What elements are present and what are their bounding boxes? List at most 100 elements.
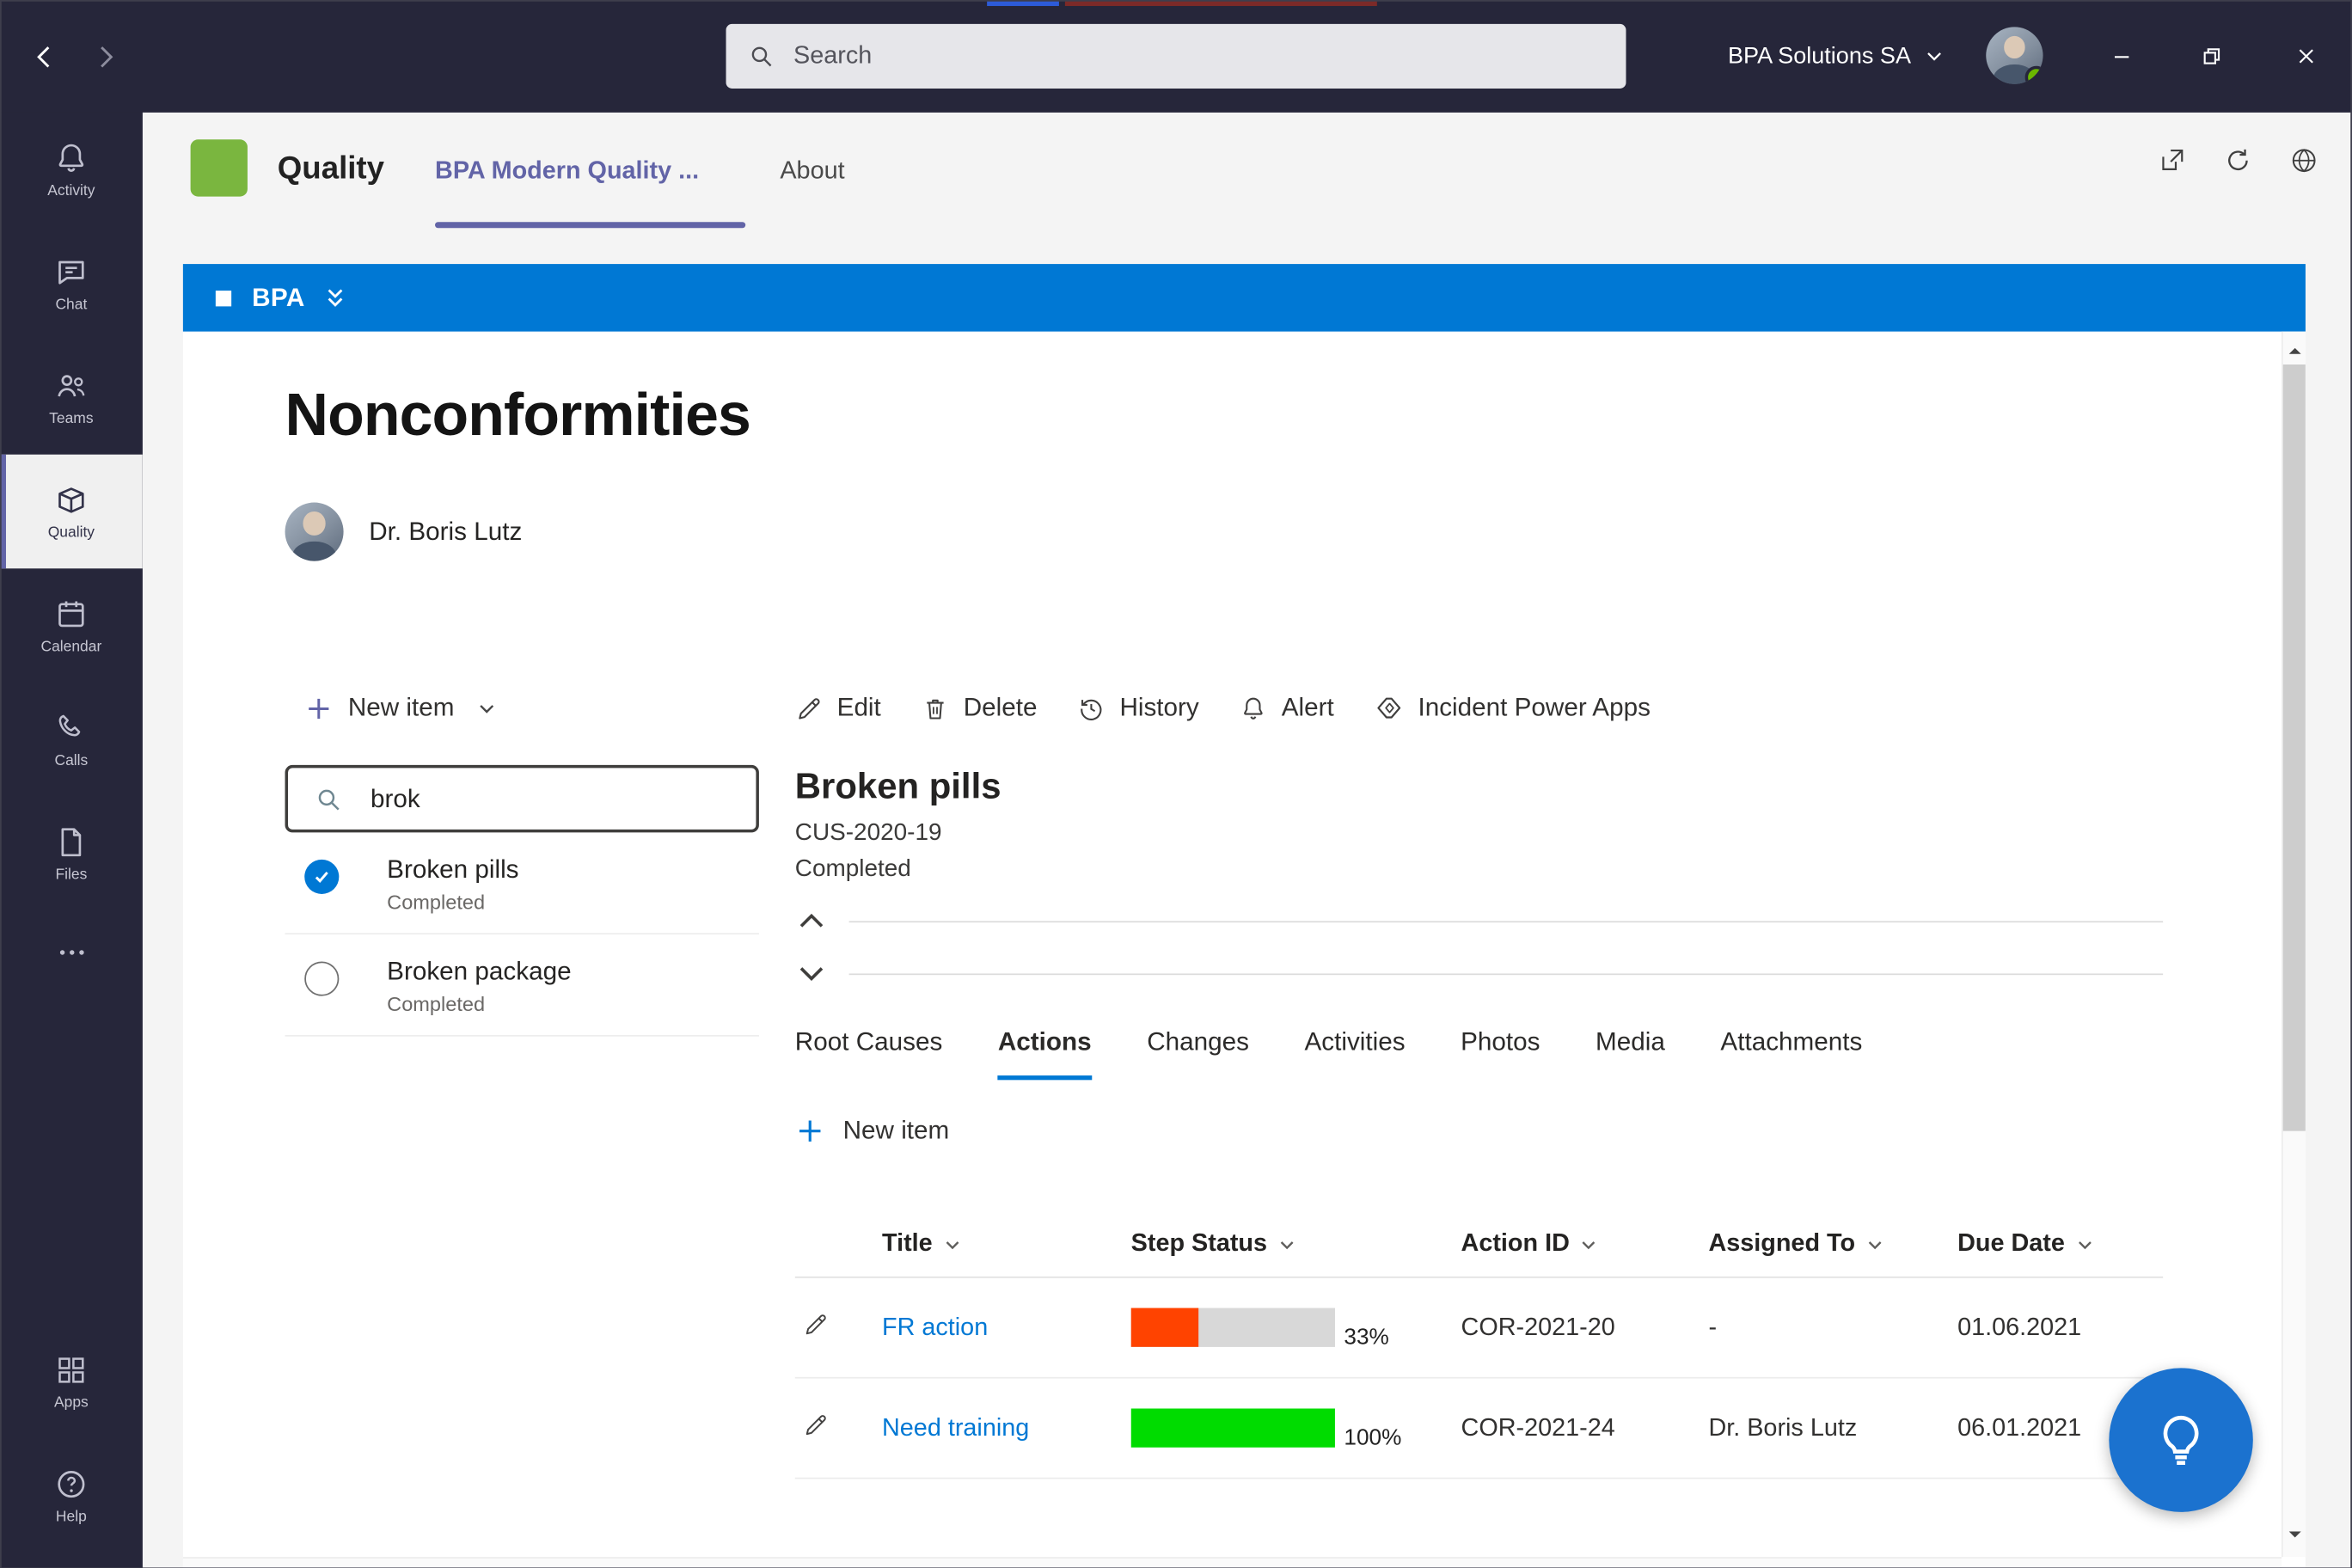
column-header-title[interactable]: Title [882,1230,1131,1259]
column-header-due-date[interactable]: Due Date [1957,1230,2163,1259]
org-switcher[interactable]: BPA Solutions SA [1728,0,1944,113]
minimize-button[interactable] [2078,0,2165,113]
column-header-assigned-to[interactable]: Assigned To [1708,1230,1957,1259]
bpa-label: BPA [252,283,304,313]
pencil-icon [795,694,824,722]
maximize-button[interactable] [2167,0,2254,113]
sidebar-item-quality[interactable]: Quality [0,455,143,569]
radio-selected-icon[interactable] [304,860,339,894]
scroll-down-icon[interactable] [2288,1522,2302,1548]
bpa-webpart-header[interactable]: BPA [183,264,2306,332]
sidebar-item-files[interactable]: Files [0,797,143,911]
command-bar: Edit Delete History Alert [795,685,2163,730]
trash-icon [922,694,950,722]
horizontal-scrollbar[interactable] [183,1556,2282,1568]
action-title-link[interactable]: FR action [882,1314,988,1340]
chevron-left-icon [28,40,61,73]
progress-bar [1131,1308,1335,1347]
restore-icon [2200,45,2222,67]
alert-button[interactable]: Alert [1240,693,1334,723]
app-title: Quality [278,151,384,187]
chevron-up-icon[interactable] [795,904,828,937]
tab-about[interactable]: About [780,157,844,186]
progress-fill [1131,1308,1198,1347]
lightbulb-icon [2149,1408,2212,1471]
list-item-title: Broken pills [387,855,518,885]
edit-pencil-icon[interactable] [803,1411,830,1437]
calendar-icon [54,597,89,631]
power-apps-icon [1375,693,1405,723]
popout-icon[interactable] [2157,145,2187,175]
back-button[interactable] [24,36,66,78]
edit-pencil-icon[interactable] [803,1310,830,1337]
item-search-box[interactable] [285,765,759,833]
active-tab-underline [435,222,745,227]
sidebar-item-teams[interactable]: Teams [0,340,143,455]
incident-power-apps-button[interactable]: Incident Power Apps [1375,693,1651,723]
sidebar-more-button[interactable] [0,910,143,995]
scrollbar-thumb[interactable] [2283,364,2306,1131]
delete-button[interactable]: Delete [922,693,1038,723]
sidebar-item-apps[interactable]: Apps [0,1326,143,1440]
sidebar-item-activity[interactable]: Activity [0,113,143,227]
sidebar-item-chat[interactable]: Chat [0,226,143,340]
tab-media[interactable]: Media [1596,1027,1665,1080]
help-icon [54,1467,89,1502]
sidebar-item-help[interactable]: Help [0,1439,143,1553]
bell-icon [54,140,89,175]
phone-icon [54,710,89,744]
global-search[interactable] [726,24,1626,89]
list-item[interactable]: Broken pills Completed [285,832,759,934]
tab-changes[interactable]: Changes [1147,1027,1249,1080]
item-search-input[interactable] [371,784,738,814]
assigned-to-cell: Dr. Boris Lutz [1708,1414,1957,1442]
progress-fill [1131,1408,1335,1447]
table-header: Title Step Status Action ID Assigne [795,1212,2163,1278]
vertical-scrollbar[interactable] [2282,332,2306,1557]
refresh-icon[interactable] [2223,145,2253,175]
assigned-to-cell: - [1708,1314,1957,1342]
history-clock-icon [1078,694,1106,722]
chevron-down-icon [1277,1235,1295,1253]
history-button[interactable]: History [1078,693,1199,723]
ideas-floating-button[interactable] [2109,1368,2253,1512]
chevron-down-icon[interactable] [795,957,828,989]
user-avatar[interactable] [1986,27,2043,83]
globe-icon[interactable] [2289,145,2319,175]
list-item-status: Completed [387,993,571,1015]
edit-button[interactable]: Edit [795,693,881,723]
square-icon [213,287,234,308]
close-icon [2294,45,2317,67]
item-detail-panel: Edit Delete History Alert [795,685,2163,1479]
ellipsis-icon [55,936,88,969]
search-icon [747,42,775,70]
forward-button[interactable] [84,36,126,78]
action-title-link[interactable]: Need training [882,1414,1029,1441]
close-button[interactable] [2259,0,2352,113]
divider [849,973,2164,975]
radio-unselected-icon[interactable] [304,961,339,995]
tab-photos[interactable]: Photos [1461,1027,1540,1080]
new-item-button[interactable]: New item [285,685,759,730]
tab-attachments[interactable]: Attachments [1720,1027,1862,1080]
quality-app-logo [191,139,248,196]
search-icon [314,784,344,814]
global-search-input[interactable] [793,42,1605,70]
progress-label: 33% [1344,1324,1388,1350]
sidebar-item-calls[interactable]: Calls [0,683,143,797]
column-header-step-status[interactable]: Step Status [1131,1230,1461,1259]
tab-bpa-modern-quality[interactable]: BPA Modern Quality ... [435,157,699,186]
quality-app-icon [54,482,89,517]
org-name: BPA Solutions SA [1728,43,1911,70]
column-header-action-id[interactable]: Action ID [1461,1230,1709,1259]
apps-grid-icon [54,1353,89,1387]
tab-root-causes[interactable]: Root Causes [795,1027,942,1080]
list-item[interactable]: Broken package Completed [285,934,759,1037]
titlebar: BPA Solutions SA [0,0,2352,113]
new-action-button[interactable]: New item [795,1110,2163,1152]
sidebar-item-calendar[interactable]: Calendar [0,568,143,683]
scroll-up-icon[interactable] [2288,339,2302,365]
chevron-double-down-icon[interactable] [323,285,349,311]
tab-activities[interactable]: Activities [1305,1027,1406,1080]
tab-actions[interactable]: Actions [998,1027,1092,1080]
